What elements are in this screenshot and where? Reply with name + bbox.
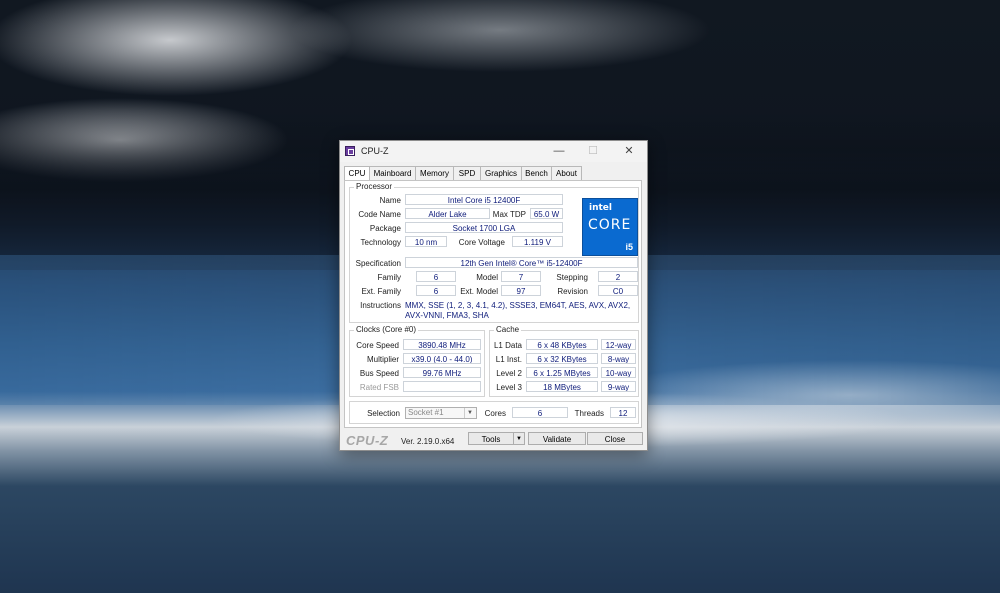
cache-group: Cache L1 Data 6 x 48 KBytes 12-way L1 In…	[489, 325, 639, 397]
socket-select-value: Socket #1	[408, 408, 444, 417]
name-value: Intel Core i5 12400F	[405, 194, 563, 205]
cpuz-app-icon	[345, 146, 355, 156]
codename-label: Code Name	[358, 210, 401, 219]
bus-speed-label: Bus Speed	[359, 369, 399, 378]
specification-label: Specification	[355, 259, 401, 268]
tab-graphics[interactable]: Graphics	[480, 166, 522, 180]
l1-inst-label: L1 Inst.	[495, 355, 522, 364]
cpuz-window: CPU-Z — ☐ ✕ CPU Mainboard Memory SPD Gra…	[339, 140, 648, 451]
core-text: CORE	[588, 217, 632, 233]
tab-spd[interactable]: SPD	[453, 166, 481, 180]
stepping-value: 2	[598, 271, 638, 282]
package-value: Socket 1700 LGA	[405, 222, 563, 233]
socket-select[interactable]: Socket #1 ▼	[405, 407, 477, 419]
technology-label: Technology	[360, 238, 401, 247]
l1-data-value: 6 x 48 KBytes	[526, 339, 598, 350]
tier-text: i5	[625, 242, 633, 252]
name-label: Name	[379, 196, 401, 205]
maxtdp-value: 65.0 W	[530, 208, 563, 219]
rated-fsb-label: Rated FSB	[359, 383, 399, 392]
instructions-value: MMX, SSE (1, 2, 3, 4.1, 4.2), SSSE3, EM6…	[405, 301, 631, 320]
l1-inst-assoc: 8-way	[601, 353, 636, 364]
selection-group: Selection Socket #1 ▼ Cores 6 Threads 12	[349, 401, 639, 424]
model-label: Model	[476, 273, 498, 282]
level3-assoc: 9-way	[601, 381, 636, 392]
chevron-down-icon: ▼	[464, 408, 475, 418]
tab-cpu[interactable]: CPU	[344, 166, 370, 181]
multiplier-value: x39.0 (4.0 - 44.0)	[403, 353, 481, 364]
cores-label: Cores	[484, 409, 506, 418]
close-button[interactable]: Close	[587, 432, 643, 445]
l1-data-assoc: 12-way	[601, 339, 636, 350]
model-value: 7	[501, 271, 541, 282]
specification-value: 12th Gen Intel® Core™ i5-12400F	[405, 257, 638, 268]
cpu-tab-panel: Processor Name Intel Core i5 12400F Code…	[344, 180, 642, 428]
ext-model-label: Ext. Model	[460, 287, 498, 296]
threads-value: 12	[610, 407, 636, 418]
validate-button[interactable]: Validate	[528, 432, 586, 445]
revision-label: Revision	[557, 287, 588, 296]
rated-fsb-value	[403, 381, 481, 392]
maximize-button[interactable]: ☐	[580, 141, 606, 162]
instructions-label: Instructions	[360, 301, 401, 310]
revision-value: C0	[598, 285, 638, 296]
bus-speed-value: 99.76 MHz	[403, 367, 481, 378]
clocks-group-title: Clocks (Core #0)	[354, 325, 419, 334]
version-text: Ver. 2.19.0.x64	[401, 437, 455, 446]
processor-group-title: Processor	[354, 182, 395, 191]
selection-label: Selection	[367, 409, 400, 418]
intel-brand-text: intel	[589, 203, 612, 213]
core-voltage-value: 1.119 V	[512, 236, 563, 247]
level3-label: Level 3	[496, 383, 522, 392]
level3-value: 18 MBytes	[526, 381, 598, 392]
codename-value: Alder Lake	[405, 208, 490, 219]
l1-inst-value: 6 x 32 KBytes	[526, 353, 598, 364]
stepping-label: Stepping	[556, 273, 588, 282]
window-title: CPU-Z	[361, 146, 389, 156]
level2-assoc: 10-way	[601, 367, 636, 378]
level2-label: Level 2	[496, 369, 522, 378]
cache-group-title: Cache	[494, 325, 522, 334]
tools-button[interactable]: Tools	[468, 432, 514, 445]
threads-label: Threads	[574, 409, 604, 418]
tools-dropdown-arrow-icon[interactable]: ▼	[513, 432, 525, 445]
clocks-group: Clocks (Core #0) Core Speed 3890.48 MHz …	[349, 325, 485, 397]
family-label: Family	[377, 273, 401, 282]
family-value: 6	[416, 271, 456, 282]
tab-mainboard[interactable]: Mainboard	[369, 166, 416, 180]
close-window-button[interactable]: ✕	[616, 141, 642, 162]
tab-bench[interactable]: Bench	[521, 166, 552, 180]
ext-model-value: 97	[501, 285, 541, 296]
l1-data-label: L1 Data	[493, 341, 522, 350]
title-bar[interactable]: CPU-Z — ☐ ✕	[340, 141, 647, 162]
core-speed-value: 3890.48 MHz	[403, 339, 481, 350]
core-speed-label: Core Speed	[356, 341, 399, 350]
technology-value: 10 nm	[405, 236, 447, 247]
intel-core-i5-logo: intel CORE i5	[582, 198, 638, 256]
package-label: Package	[369, 224, 401, 233]
maxtdp-label: Max TDP	[492, 210, 526, 219]
core-voltage-label: Core Voltage	[458, 238, 505, 247]
processor-group: Processor Name Intel Core i5 12400F Code…	[349, 182, 639, 323]
level2-value: 6 x 1.25 MBytes	[526, 367, 598, 378]
tab-strip: CPU Mainboard Memory SPD Graphics Bench …	[344, 166, 642, 181]
bottom-bar: CPU-Z Ver. 2.19.0.x64 Tools ▼ Validate C…	[340, 430, 647, 449]
multiplier-label: Multiplier	[366, 355, 399, 364]
tab-memory[interactable]: Memory	[415, 166, 454, 180]
ext-family-label: Ext. Family	[361, 287, 401, 296]
minimize-button[interactable]: —	[546, 141, 572, 162]
cores-value: 6	[512, 407, 568, 418]
cpuz-logo: CPU-Z	[346, 433, 389, 448]
tab-about[interactable]: About	[551, 166, 582, 180]
